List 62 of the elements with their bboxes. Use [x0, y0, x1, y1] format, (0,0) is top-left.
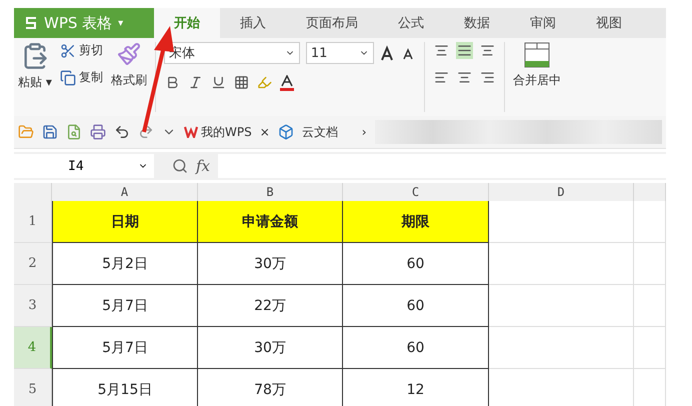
menu-tab[interactable]: 开始: [154, 8, 220, 38]
table-cell: 5月15日: [52, 369, 198, 406]
scissors-icon: [60, 42, 76, 58]
menu-tab[interactable]: 页面布局: [286, 8, 378, 38]
align-middle-icon[interactable]: [456, 42, 473, 59]
column-header[interactable]: D: [489, 183, 634, 201]
row-header[interactable]: 1: [14, 201, 52, 243]
doc-tab[interactable]: 云文档: [302, 124, 338, 140]
menu-tab[interactable]: 视图: [576, 8, 642, 38]
merge-cells-icon[interactable]: [524, 42, 550, 68]
table-cell: 期限: [343, 201, 489, 243]
table-cell: 60: [343, 327, 489, 369]
logo-icon: [24, 16, 38, 30]
font-color-icon[interactable]: [278, 74, 295, 90]
menu-tab[interactable]: 公式: [378, 8, 444, 38]
table-cell: 30万: [198, 243, 343, 285]
cut-button[interactable]: 剪切: [60, 42, 103, 59]
close-tab-button[interactable]: ×: [260, 125, 270, 139]
doc-tab[interactable]: 我的WPS: [184, 124, 252, 140]
copy-button[interactable]: 复制: [60, 69, 103, 86]
border-icon[interactable]: [232, 74, 250, 91]
table-cell: [634, 327, 666, 369]
table-cell: [634, 201, 666, 243]
table-cell: 5月2日: [52, 243, 198, 285]
name-box[interactable]: I4: [14, 154, 154, 178]
row-header[interactable]: 3: [14, 285, 52, 327]
fill-color-icon[interactable]: [256, 74, 273, 91]
font-size-field[interactable]: 11: [306, 42, 374, 64]
column-header[interactable]: A: [52, 183, 198, 201]
row-header[interactable]: 5: [14, 369, 52, 406]
column-header[interactable]: C: [343, 183, 489, 201]
menu-tab[interactable]: 数据: [444, 8, 510, 38]
table-cell: [634, 285, 666, 327]
menu-tab[interactable]: 审阅: [510, 8, 576, 38]
brush-icon[interactable]: [116, 42, 141, 66]
undo-icon[interactable]: [114, 124, 130, 140]
table-cell: 60: [343, 285, 489, 327]
format-painter-button[interactable]: 格式刷: [110, 72, 147, 89]
font-size-up-icon[interactable]: [380, 45, 396, 61]
logo-icon: [184, 126, 198, 138]
table-cell: 22万: [198, 285, 343, 327]
function-label[interactable]: fx: [196, 157, 210, 175]
copy-icon: [60, 70, 76, 86]
table-cell: 5月7日: [52, 327, 198, 369]
menu-tab[interactable]: 插入: [220, 8, 286, 38]
search-icon[interactable]: [172, 158, 188, 174]
table-cell: 30万: [198, 327, 343, 369]
cube-icon[interactable]: [278, 124, 294, 140]
save-icon[interactable]: [42, 124, 58, 140]
table-cell: 5月7日: [52, 285, 198, 327]
redo-icon[interactable]: [138, 124, 154, 140]
table-cell: [634, 243, 666, 285]
column-header[interactable]: B: [198, 183, 343, 201]
table-cell: 申请金额: [198, 201, 343, 243]
column-header-blank: [634, 183, 666, 201]
more-tabs-button[interactable]: ›: [362, 125, 367, 139]
table-cell: 60: [343, 243, 489, 285]
print-icon[interactable]: [90, 124, 106, 140]
row-header[interactable]: 2: [14, 243, 52, 285]
paste-button[interactable]: 粘贴 ▾: [18, 74, 52, 91]
table-cell: 日期: [52, 201, 198, 243]
merge-center-button[interactable]: 合并居中: [512, 72, 561, 89]
